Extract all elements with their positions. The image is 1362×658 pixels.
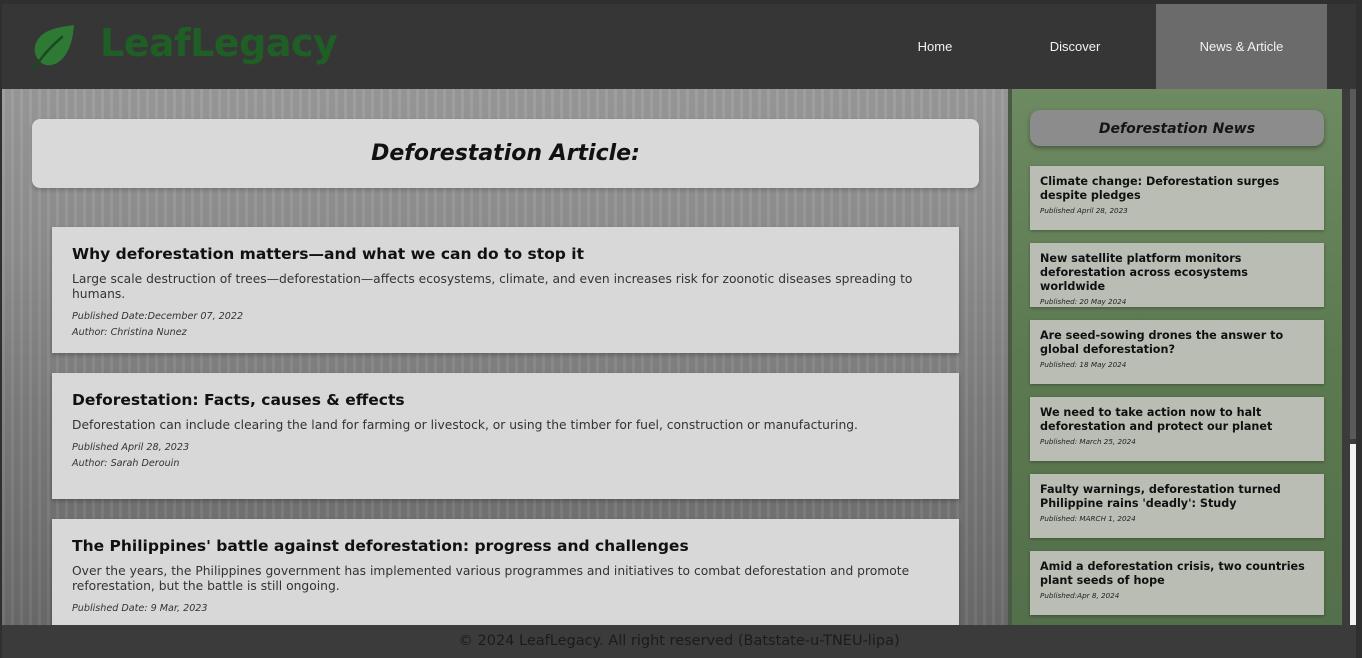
article-published: Published Date:December 07, 2022 (72, 311, 244, 322)
news-item[interactable]: Climate change: Deforestation surges des… (1030, 166, 1324, 230)
article-published: Published Date: 9 Mar, 2023 (72, 603, 208, 614)
article-author: Author: Sarah Derouin (72, 458, 180, 469)
leaf-icon (32, 25, 74, 71)
site-header: LeafLegacy Home Discover News & Article (2, 4, 1356, 99)
scrollbar-lower (1350, 444, 1356, 625)
news-title[interactable]: We need to take action now to halt defor… (1040, 406, 1314, 434)
sidebar-heading-box: Deforestation News (1030, 110, 1324, 146)
nav-discover[interactable]: Discover (1010, 4, 1140, 89)
articles-heading-box: Deforestation Article: (32, 119, 979, 188)
article-summary: Large scale destruction of trees—defores… (72, 272, 913, 301)
nav-news-article[interactable]: News & Article (1156, 4, 1327, 99)
news-item[interactable]: Faulty warnings, deforestation turned Ph… (1030, 474, 1324, 538)
news-title[interactable]: Climate change: Deforestation surges des… (1040, 175, 1314, 203)
scrollbar-thumb[interactable] (1350, 89, 1356, 439)
article-card[interactable]: Why deforestation matters—and what we ca… (52, 227, 959, 353)
article-author: Author: Christina Nunez (72, 327, 187, 338)
news-item[interactable]: We need to take action now to halt defor… (1030, 397, 1324, 461)
article-published: Published April 28, 2023 (72, 442, 190, 453)
news-sidebar: Deforestation News Climate change: Defor… (1008, 89, 1342, 625)
brand-logo-text[interactable]: LeafLegacy (100, 21, 338, 65)
footer-copyright: © 2024 LeafLegacy. All right reserved (B… (458, 633, 900, 649)
articles-section: Deforestation Article: Why deforestation… (2, 89, 1008, 625)
news-date: Published: 20 May 2024 (1040, 297, 1127, 306)
news-date: Published: 18 May 2024 (1040, 360, 1127, 369)
news-date: Published: MARCH 1, 2024 (1040, 514, 1136, 523)
article-summary: Over the years, the Philippines governme… (72, 564, 910, 593)
sidebar-title: Deforestation News (1098, 121, 1256, 137)
article-title[interactable]: Why deforestation matters—and what we ca… (72, 245, 939, 263)
article-summary: Deforestation can include clearing the l… (72, 418, 858, 432)
article-card[interactable]: Deforestation: Facts, causes & effects D… (52, 373, 959, 499)
news-title[interactable]: Faulty warnings, deforestation turned Ph… (1040, 483, 1314, 511)
site-footer: © 2024 LeafLegacy. All right reserved (B… (2, 625, 1356, 658)
article-title[interactable]: Deforestation: Facts, causes & effects (72, 391, 939, 409)
news-item[interactable]: New satellite platform monitors deforest… (1030, 243, 1324, 307)
page-title: Deforestation Article: (371, 141, 640, 166)
page-frame: LeafLegacy Home Discover News & Article … (2, 4, 1356, 658)
nav-home[interactable]: Home (870, 4, 1000, 89)
article-title[interactable]: The Philippines' battle against deforest… (72, 537, 939, 555)
news-title[interactable]: Are seed-sowing drones the answer to glo… (1040, 329, 1314, 357)
news-title[interactable]: Amid a deforestation crisis, two countri… (1040, 560, 1314, 588)
news-date: Published:Apr 8, 2024 (1040, 591, 1120, 600)
news-date: Published: March 25, 2024 (1040, 437, 1136, 446)
news-date: Published April 28, 2023 (1040, 206, 1128, 215)
news-item[interactable]: Are seed-sowing drones the answer to glo… (1030, 320, 1324, 384)
news-title[interactable]: New satellite platform monitors deforest… (1040, 252, 1314, 294)
news-item[interactable]: Amid a deforestation crisis, two countri… (1030, 551, 1324, 615)
article-card[interactable]: The Philippines' battle against deforest… (52, 519, 959, 625)
